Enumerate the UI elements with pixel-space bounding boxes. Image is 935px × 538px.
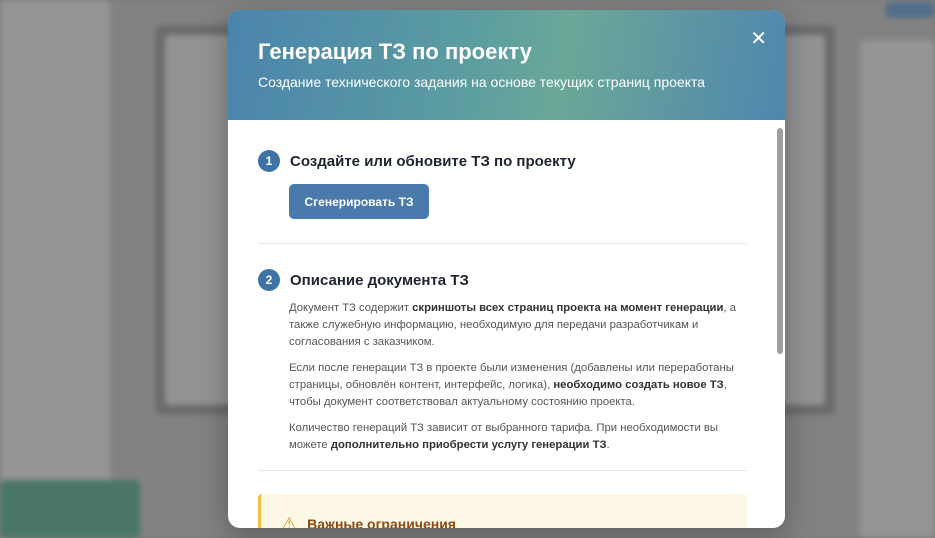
modal-title: Генерация ТЗ по проекту: [258, 39, 532, 64]
paragraph: Документ ТЗ содержит скриншоты всех стра…: [289, 302, 736, 348]
step-2-title: Описание документа ТЗ: [290, 271, 469, 289]
step-1-title: Создайте или обновите ТЗ по проекту: [290, 152, 576, 170]
generate-spec-button[interactable]: Сгенерировать ТЗ: [289, 184, 429, 219]
step-number-badge: 2: [258, 269, 280, 291]
generate-spec-modal: Генерация ТЗ по проекту Создание техниче…: [228, 10, 785, 528]
warning-box: ⚠ Важные ограничения: [258, 494, 747, 528]
paragraph: Количество генераций ТЗ зависит от выбра…: [289, 422, 719, 451]
close-icon[interactable]: ✕: [750, 26, 767, 51]
step-2-header: 2 Описание документа ТЗ: [258, 269, 747, 291]
scrollbar[interactable]: [777, 128, 783, 354]
modal-header: Генерация ТЗ по проекту Создание техниче…: [228, 10, 785, 120]
modal-body: 1 Создайте или обновите ТЗ по проекту Сг…: [228, 120, 785, 528]
warning-title: Важные ограничения: [307, 516, 456, 528]
warning-icon: ⚠: [281, 513, 298, 529]
step-number-badge: 1: [258, 150, 280, 172]
modal-subtitle: Создание технического задания на основе …: [258, 74, 706, 90]
paragraph: Если после генерации ТЗ в проекте были и…: [289, 362, 734, 408]
divider: [258, 243, 747, 244]
divider: [258, 470, 747, 471]
step-1-header: 1 Создайте или обновите ТЗ по проекту: [258, 150, 747, 172]
step-2-description: Документ ТЗ содержит скриншоты всех стра…: [289, 300, 747, 454]
